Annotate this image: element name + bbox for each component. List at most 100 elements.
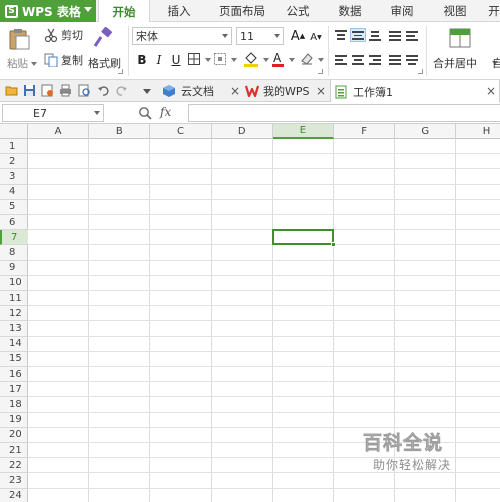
clear-format-button[interactable] bbox=[300, 51, 324, 69]
row-header-8[interactable]: 8 bbox=[0, 245, 28, 261]
row-header-21[interactable]: 21 bbox=[0, 443, 28, 459]
chevron-down-icon[interactable] bbox=[94, 111, 100, 115]
borders-button[interactable] bbox=[188, 53, 212, 67]
font-name-select[interactable]: 宋体 bbox=[132, 27, 232, 45]
undo-icon[interactable] bbox=[97, 84, 110, 97]
copy-button[interactable]: 复制 bbox=[44, 52, 83, 68]
close-icon[interactable]: × bbox=[230, 84, 240, 98]
row-header-18[interactable]: 18 bbox=[0, 397, 28, 413]
column-header-e[interactable]: E bbox=[272, 124, 334, 139]
align-middle-button[interactable] bbox=[350, 28, 366, 42]
column-header-g[interactable]: G bbox=[395, 124, 457, 139]
row-header-4[interactable]: 4 bbox=[0, 185, 28, 200]
tab-review[interactable]: 审阅 bbox=[382, 0, 422, 22]
orientation-button[interactable] bbox=[388, 29, 402, 41]
column-header-c[interactable]: C bbox=[150, 124, 212, 139]
doc-tab-workbook1[interactable]: 工作簿1 × bbox=[330, 80, 500, 103]
active-cell[interactable] bbox=[271, 229, 334, 246]
column-header-h[interactable]: H bbox=[456, 124, 500, 139]
font-color-button[interactable]: A bbox=[271, 51, 297, 69]
column-header-a[interactable]: A bbox=[28, 124, 90, 139]
row-header-14[interactable]: 14 bbox=[0, 337, 28, 352]
tab-formulas[interactable]: 公式 bbox=[278, 0, 318, 22]
save-as-icon[interactable] bbox=[41, 84, 54, 97]
shrink-font-button[interactable]: A ▼ bbox=[308, 29, 324, 45]
underline-button[interactable]: U bbox=[168, 52, 184, 68]
grow-font-icon: A bbox=[290, 28, 300, 44]
cut-button[interactable]: 剪切 bbox=[44, 27, 83, 43]
row-header-11[interactable]: 11 bbox=[0, 291, 28, 307]
zoom-icon[interactable] bbox=[138, 106, 152, 120]
row-header-6[interactable]: 6 bbox=[0, 215, 28, 231]
cell-style-button[interactable] bbox=[214, 53, 238, 67]
row-header-15[interactable]: 15 bbox=[0, 352, 28, 367]
row-gridline bbox=[28, 366, 500, 367]
row-header-5[interactable]: 5 bbox=[0, 200, 28, 215]
row-header-12[interactable]: 12 bbox=[0, 306, 28, 322]
name-box[interactable]: E7 bbox=[2, 104, 104, 122]
wrap-text-button[interactable] bbox=[405, 29, 419, 41]
doc-tab-my-wps[interactable]: 我的WPS × bbox=[243, 80, 327, 102]
align-bottom-button[interactable] bbox=[368, 29, 382, 41]
row-header-13[interactable]: 13 bbox=[0, 321, 28, 337]
wps-logo-icon: S bbox=[5, 4, 18, 18]
align-top-button[interactable] bbox=[334, 29, 348, 41]
row-header-19[interactable]: 19 bbox=[0, 413, 28, 428]
wrap-overflow-label[interactable]: 自 bbox=[492, 55, 500, 71]
row-header-bar: 1 2 3 4 5 6 7 8 9 10 11 12 13 14 15 16 17 18 19 20 21 22 23 24 bbox=[0, 139, 28, 502]
font-size-select[interactable]: 11 bbox=[236, 27, 284, 45]
column-header-d[interactable]: D bbox=[212, 124, 273, 139]
align-right-button[interactable] bbox=[368, 54, 382, 66]
tab-view[interactable]: 视图 bbox=[435, 0, 475, 22]
align-left-button[interactable] bbox=[334, 54, 348, 66]
save-icon[interactable] bbox=[23, 84, 36, 97]
redo-icon[interactable] bbox=[115, 84, 128, 97]
app-menu-button[interactable]: S WPS 表格 bbox=[0, 0, 96, 22]
row-header-1[interactable]: 1 bbox=[0, 139, 28, 155]
dialog-launcher-icon[interactable] bbox=[418, 69, 423, 74]
merge-center-button[interactable]: 合并居中 bbox=[432, 26, 498, 76]
bold-button[interactable]: B bbox=[134, 52, 150, 68]
row-header-2[interactable]: 2 bbox=[0, 154, 28, 170]
fill-color-button[interactable] bbox=[243, 51, 269, 69]
print-preview-icon[interactable] bbox=[78, 84, 91, 97]
row-header-9[interactable]: 9 bbox=[0, 261, 28, 276]
italic-button[interactable]: I bbox=[151, 52, 167, 68]
doc-tab-cloud[interactable]: 云文档 × bbox=[158, 80, 240, 102]
dialog-launcher-icon[interactable] bbox=[118, 69, 123, 74]
customize-toolbar-icon[interactable] bbox=[143, 89, 151, 94]
row-header-10[interactable]: 10 bbox=[0, 276, 28, 291]
chevron-down-icon bbox=[263, 58, 269, 62]
row-header-16[interactable]: 16 bbox=[0, 367, 28, 383]
align-center-button[interactable] bbox=[351, 54, 365, 66]
tab-insert[interactable]: 插入 bbox=[155, 0, 203, 22]
dialog-launcher-icon[interactable] bbox=[318, 69, 323, 74]
select-all-corner[interactable] bbox=[0, 124, 28, 139]
distributed-button[interactable] bbox=[405, 54, 419, 66]
row-header-17[interactable]: 17 bbox=[0, 382, 28, 398]
row-header-20[interactable]: 20 bbox=[0, 428, 28, 443]
tab-home[interactable]: 开始 bbox=[98, 0, 150, 23]
print-icon[interactable] bbox=[59, 84, 72, 97]
column-header-f[interactable]: F bbox=[334, 124, 396, 139]
insert-function-icon[interactable]: fx bbox=[160, 105, 171, 119]
justify-button[interactable] bbox=[388, 54, 402, 66]
formula-input[interactable] bbox=[188, 104, 500, 122]
fill-handle[interactable] bbox=[331, 242, 336, 248]
tab-data[interactable]: 数据 bbox=[330, 0, 370, 22]
tab-page-layout[interactable]: 页面布局 bbox=[210, 0, 274, 22]
row-header-7[interactable]: 7 bbox=[0, 230, 28, 246]
row-header-23[interactable]: 23 bbox=[0, 473, 28, 489]
row-header-22[interactable]: 22 bbox=[0, 458, 28, 474]
close-icon[interactable]: × bbox=[486, 84, 496, 98]
row-header-3[interactable]: 3 bbox=[0, 169, 28, 185]
row-header-24[interactable]: 24 bbox=[0, 489, 28, 502]
column-header-b[interactable]: B bbox=[89, 124, 151, 139]
grow-font-button[interactable]: A ▲ bbox=[290, 28, 306, 44]
close-icon[interactable]: × bbox=[316, 84, 326, 98]
open-folder-icon[interactable] bbox=[5, 84, 18, 97]
row-gridline bbox=[28, 411, 500, 413]
tab-overflow[interactable]: 开 bbox=[484, 0, 500, 22]
format-painter-button[interactable]: 格式刷 bbox=[88, 26, 122, 76]
paste-button[interactable]: 粘贴 bbox=[4, 26, 37, 76]
